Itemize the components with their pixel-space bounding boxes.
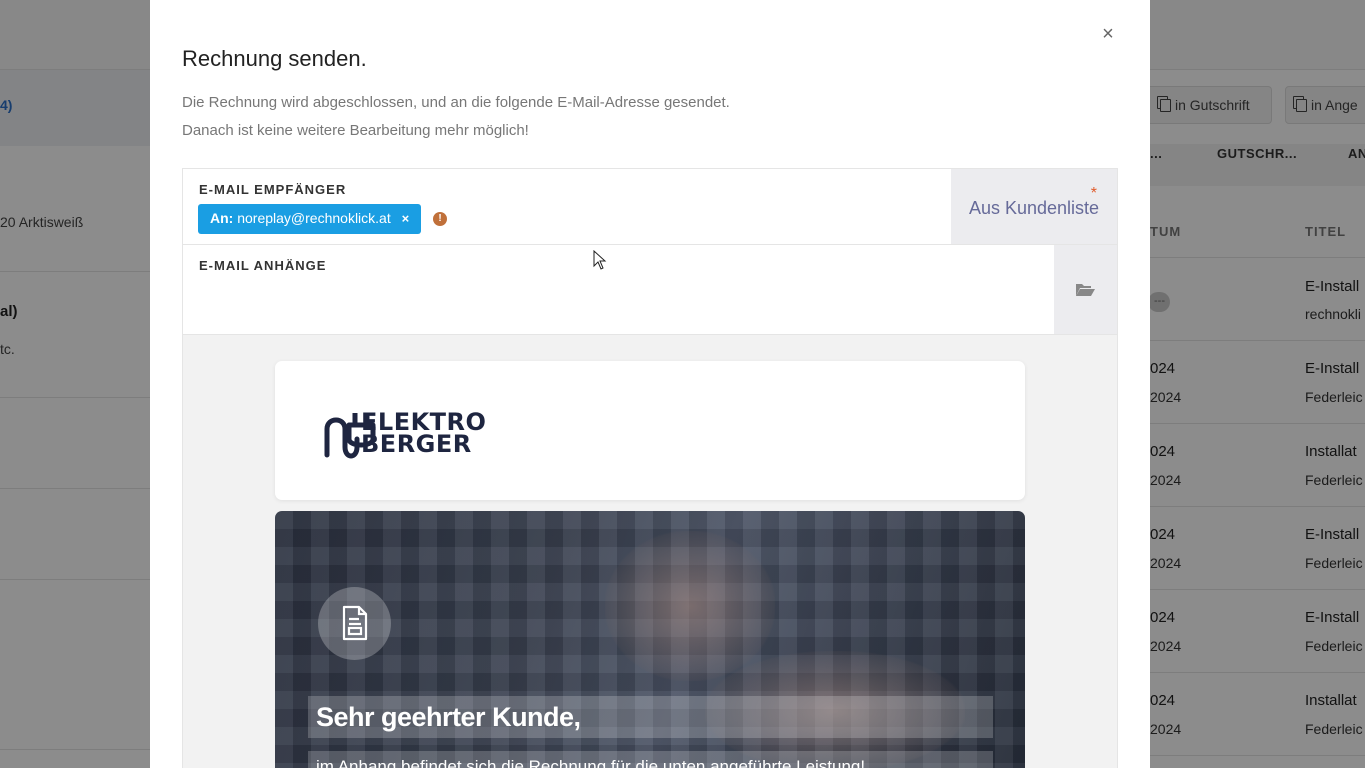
logo-card: ELEKTRO BERGER <box>275 361 1025 500</box>
email-form-panel: E-MAIL EMPFÄNGER An: noreplay@rechnoklic… <box>182 168 1118 768</box>
document-icon-circle <box>318 587 391 660</box>
email-preview: ELEKTRO BERGER Sehr geehrter Kunde, im A… <box>183 335 1117 768</box>
document-icon <box>342 605 368 641</box>
company-logo: ELEKTRO BERGER <box>361 410 486 458</box>
recipient-label: E-MAIL EMPFÄNGER <box>199 182 347 197</box>
attachments-label: E-MAIL ANHÄNGE <box>199 258 327 273</box>
modal-description-line2: Danach ist keine weitere Bearbeitung meh… <box>182 122 529 139</box>
folder-open-icon <box>1076 284 1095 296</box>
remove-recipient-icon[interactable]: × <box>402 211 410 226</box>
mouse-cursor-icon <box>593 250 607 270</box>
warning-icon[interactable]: ! <box>433 212 447 226</box>
send-invoice-modal: × Rechnung senden. Die Rechnung wird abg… <box>150 0 1150 768</box>
hero-banner: Sehr geehrter Kunde, im Anhang befindet … <box>275 511 1025 768</box>
email-body-text: im Anhang befindet sich die Rechnung für… <box>308 751 993 768</box>
required-marker: * <box>1090 185 1097 202</box>
attachments-row[interactable]: E-MAIL ANHÄNGE <box>183 245 1117 335</box>
attach-file-button[interactable] <box>1054 245 1117 334</box>
logo-line2: BERGER <box>361 430 472 458</box>
modal-title: Rechnung senden. <box>182 46 367 71</box>
recipient-chip-email: noreplay@rechnoklick.at <box>237 210 391 226</box>
modal-description-line1: Die Rechnung wird abgeschlossen, und an … <box>182 94 730 111</box>
recipient-row[interactable]: E-MAIL EMPFÄNGER An: noreplay@rechnoklic… <box>183 169 1117 245</box>
greeting-text: Sehr geehrter Kunde, <box>308 696 993 738</box>
customer-list-label: Aus Kundenliste <box>968 198 1100 218</box>
recipient-chip-prefix: An: <box>210 210 234 226</box>
customer-list-button[interactable]: Aus Kundenliste * <box>951 169 1117 244</box>
close-icon[interactable]: × <box>1098 22 1118 46</box>
recipient-chip[interactable]: An: noreplay@rechnoklick.at × <box>198 204 422 234</box>
